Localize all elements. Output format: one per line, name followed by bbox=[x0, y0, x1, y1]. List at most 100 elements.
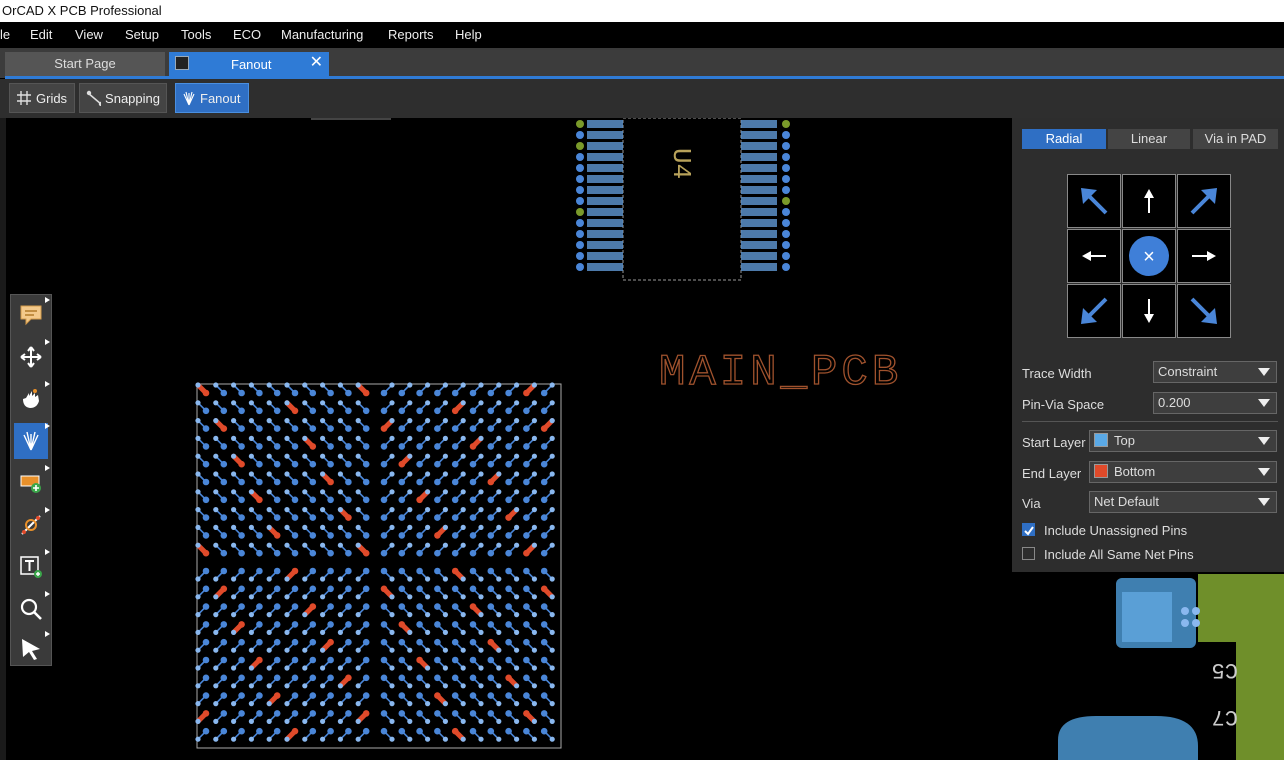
menu-view[interactable]: View bbox=[75, 27, 103, 42]
snapping-button[interactable]: Snapping bbox=[79, 83, 167, 113]
direction-up[interactable] bbox=[1122, 174, 1176, 228]
fanout-via bbox=[302, 629, 308, 635]
fanout-via bbox=[425, 542, 431, 548]
bga-pin bbox=[238, 496, 245, 504]
end-layer-dropdown[interactable]: Bottom bbox=[1089, 461, 1277, 483]
u4-pin bbox=[741, 175, 777, 183]
bga-pin bbox=[434, 692, 441, 699]
fanout-via bbox=[460, 418, 466, 424]
bga-pin bbox=[309, 443, 317, 450]
mode-linear-tab[interactable]: Linear bbox=[1108, 129, 1190, 149]
fanout-via bbox=[460, 701, 466, 707]
bga-pin bbox=[256, 727, 263, 735]
direction-center[interactable]: × bbox=[1122, 229, 1176, 283]
bga-pin bbox=[398, 727, 406, 735]
zoom-tool[interactable] bbox=[14, 591, 50, 627]
bga-pin bbox=[416, 514, 423, 521]
bga-pin bbox=[487, 532, 495, 539]
fanout-via bbox=[266, 576, 272, 582]
grids-button[interactable]: Grids bbox=[9, 83, 75, 113]
fanout-via bbox=[337, 718, 343, 725]
fanout-via bbox=[389, 736, 395, 742]
u4-pin-via bbox=[576, 131, 584, 139]
arrow-up-left-icon bbox=[1081, 188, 1108, 215]
direction-down-right[interactable] bbox=[1177, 284, 1231, 338]
title-bar: OrCAD X PCB Professional bbox=[0, 0, 1284, 22]
bga-pin bbox=[380, 727, 388, 735]
menu-file[interactable]: le bbox=[0, 27, 10, 42]
fanout-via bbox=[195, 524, 201, 530]
bga-pin bbox=[434, 567, 441, 575]
comment-tool[interactable] bbox=[14, 297, 50, 333]
route-tool[interactable] bbox=[14, 507, 50, 543]
include-same-net-checkbox[interactable] bbox=[1022, 547, 1035, 560]
fanout-via bbox=[478, 418, 484, 424]
menu-eco[interactable]: ECO bbox=[233, 27, 261, 42]
fanout-via bbox=[248, 524, 254, 530]
u4-pin-via bbox=[576, 230, 584, 238]
arrow-down-left-icon bbox=[1081, 297, 1108, 324]
move-tool[interactable] bbox=[14, 339, 50, 375]
fanout-button[interactable]: Fanout bbox=[175, 83, 249, 113]
include-unassigned-checkbox[interactable] bbox=[1022, 523, 1035, 536]
u4-pin bbox=[741, 153, 777, 161]
direction-down[interactable] bbox=[1122, 284, 1176, 338]
bga-pin bbox=[487, 567, 495, 575]
bga-pin bbox=[291, 692, 299, 699]
direction-down-left[interactable] bbox=[1067, 284, 1121, 338]
add-text-tool[interactable] bbox=[14, 549, 50, 585]
add-shape-tool[interactable] bbox=[14, 465, 50, 501]
bga-pin bbox=[345, 443, 352, 450]
mode-radial-tab[interactable]: Radial bbox=[1022, 129, 1106, 149]
fanout-tool[interactable] bbox=[14, 423, 50, 459]
bga-pin bbox=[202, 585, 210, 593]
place-tool[interactable] bbox=[14, 381, 50, 417]
arrow-up-icon bbox=[1144, 189, 1154, 213]
tab-start-page[interactable]: Start Page bbox=[5, 52, 165, 76]
u4-pin-via bbox=[782, 142, 790, 150]
bga-pin bbox=[505, 549, 512, 557]
trace-width-dropdown[interactable]: Constraint bbox=[1153, 361, 1277, 383]
bga-pin bbox=[345, 567, 352, 575]
direction-left[interactable] bbox=[1067, 229, 1121, 283]
fanout-via bbox=[266, 471, 272, 477]
select-tool[interactable] bbox=[14, 631, 50, 667]
fanout-via bbox=[231, 453, 237, 459]
menu-setup[interactable]: Setup bbox=[125, 27, 159, 42]
bga-pin bbox=[434, 621, 441, 628]
bga-pin bbox=[309, 549, 317, 557]
fanout-via bbox=[284, 453, 290, 459]
fanout-via bbox=[425, 507, 431, 513]
tab-fanout[interactable]: Fanout ✕ bbox=[169, 52, 329, 76]
fanout-via bbox=[320, 701, 326, 707]
fanout-via bbox=[478, 594, 484, 600]
fanout-via bbox=[284, 647, 290, 653]
menu-edit[interactable]: Edit bbox=[30, 27, 52, 42]
via-dropdown[interactable]: Net Default bbox=[1089, 491, 1277, 513]
fanout-via bbox=[460, 453, 466, 459]
mode-via-in-pad-tab[interactable]: Via in PAD bbox=[1193, 129, 1278, 149]
menu-manufacturing[interactable]: Manufacturing bbox=[281, 27, 363, 42]
bga-pin bbox=[202, 549, 210, 557]
direction-right[interactable] bbox=[1177, 229, 1231, 283]
bga-pin bbox=[202, 638, 210, 646]
pin-via-space-dropdown[interactable]: 0.200 bbox=[1153, 392, 1277, 414]
bga-pin bbox=[256, 621, 263, 628]
menu-help[interactable]: Help bbox=[455, 27, 482, 42]
fanout-via bbox=[355, 471, 361, 477]
start-layer-dropdown[interactable]: Top bbox=[1089, 430, 1277, 452]
fanout-via bbox=[549, 435, 555, 441]
menu-tools[interactable]: Tools bbox=[181, 27, 211, 42]
fanout-via bbox=[195, 400, 201, 406]
chevron-down-icon bbox=[1258, 468, 1270, 476]
menu-reports[interactable]: Reports bbox=[388, 27, 434, 42]
close-icon[interactable]: ✕ bbox=[310, 55, 323, 71]
fanout-via bbox=[442, 665, 448, 671]
fanout-via bbox=[355, 576, 361, 582]
direction-up-left[interactable] bbox=[1067, 174, 1121, 228]
fanout-via bbox=[195, 542, 201, 548]
fanout-via bbox=[320, 576, 326, 582]
direction-up-right[interactable] bbox=[1177, 174, 1231, 228]
fanout-via bbox=[302, 507, 308, 513]
fanout-via bbox=[478, 736, 484, 742]
